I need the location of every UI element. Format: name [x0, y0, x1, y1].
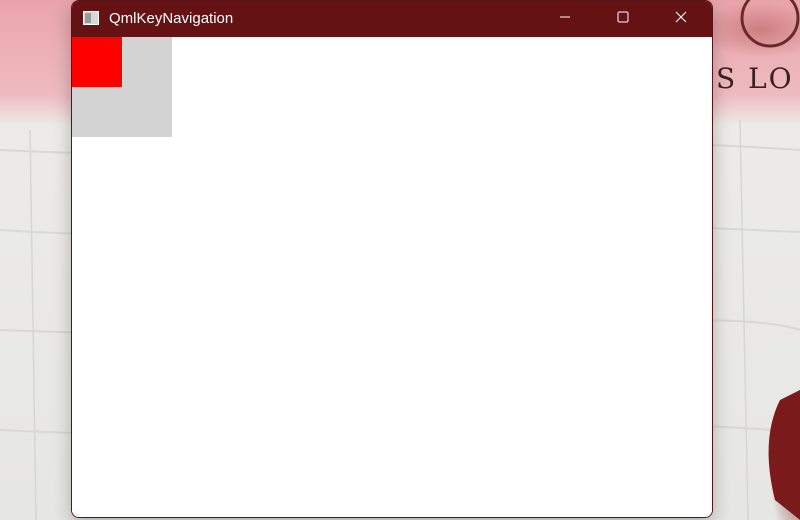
close-button[interactable]: [658, 1, 704, 37]
minimize-icon: [559, 10, 571, 28]
wall-graffiti-text: S LO: [716, 62, 794, 95]
window-title: QmlKeyNavigation: [109, 10, 234, 27]
minimize-button[interactable]: [542, 1, 588, 37]
title-bar[interactable]: QmlKeyNavigation: [72, 1, 712, 37]
maximize-button[interactable]: [600, 1, 646, 37]
red-square[interactable]: [72, 37, 122, 87]
window-content: [72, 37, 712, 517]
close-icon: [675, 10, 687, 28]
maximize-icon: [617, 10, 629, 28]
app-window[interactable]: QmlKeyNavigation: [71, 0, 713, 518]
app-window-icon: [83, 11, 99, 25]
